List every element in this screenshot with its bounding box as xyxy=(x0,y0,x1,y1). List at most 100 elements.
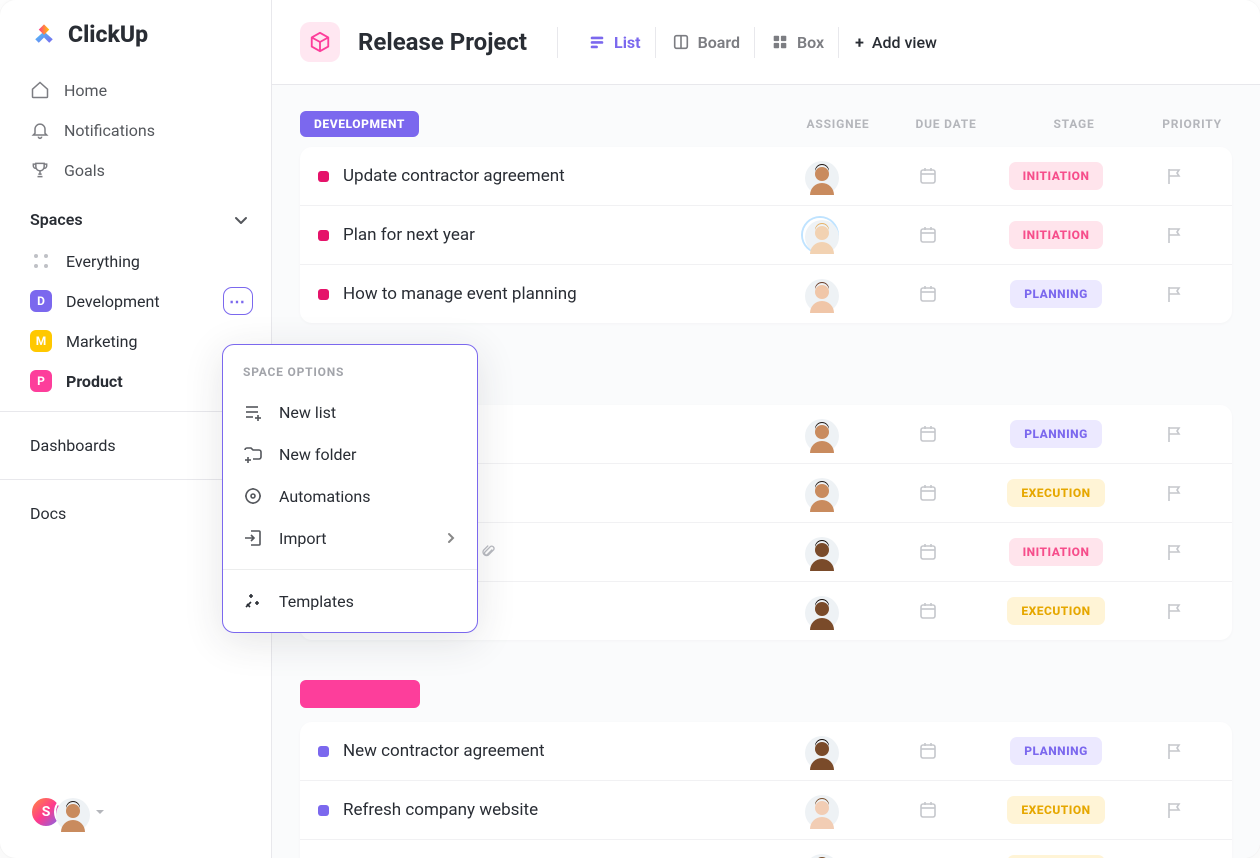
box-view-icon xyxy=(771,33,789,51)
col-assignee: ASSIGNEE xyxy=(788,117,888,131)
brand-name: ClickUp xyxy=(68,21,148,48)
view-tab-box[interactable]: Box xyxy=(757,27,839,58)
task-name: New contractor agreement xyxy=(343,741,545,761)
view-tab-list[interactable]: List xyxy=(574,27,656,58)
flag-icon[interactable] xyxy=(1164,542,1184,562)
space-more-button[interactable]: ⋯ xyxy=(223,287,253,315)
templates-item[interactable]: Templates xyxy=(223,580,477,622)
flag-icon[interactable] xyxy=(1164,741,1184,761)
project-icon xyxy=(300,22,340,62)
status-pill[interactable] xyxy=(300,680,420,708)
popover-automations[interactable]: Automations xyxy=(223,475,477,517)
assignee-avatar[interactable] xyxy=(803,417,837,451)
task-row[interactable]: How to manage event planning PLANNING xyxy=(300,265,1232,323)
assignee-avatar[interactable] xyxy=(803,852,837,858)
task-row[interactable]: Refresh company website EXECUTION xyxy=(300,781,1232,840)
calendar-icon[interactable] xyxy=(918,166,938,186)
view-tabs: List Board Box+Add view xyxy=(557,27,951,58)
nav-home[interactable]: Home xyxy=(0,70,271,110)
calendar-icon[interactable] xyxy=(918,284,938,304)
flag-icon[interactable] xyxy=(1164,284,1184,304)
clickup-logo-icon xyxy=(30,20,58,48)
stage-badge[interactable]: INITIATION xyxy=(1009,162,1104,190)
view-tab-label: List xyxy=(614,33,641,52)
assignee-avatar[interactable] xyxy=(803,218,837,252)
user-cluster[interactable]: S xyxy=(0,796,271,846)
calendar-icon[interactable] xyxy=(918,800,938,820)
attachment-icon xyxy=(481,544,497,560)
assignee-avatar[interactable] xyxy=(803,159,837,193)
task-list: New contractor agreement PLANNING Refres… xyxy=(300,722,1232,858)
calendar-icon[interactable] xyxy=(918,483,938,503)
stage-badge[interactable]: EXECUTION xyxy=(1007,796,1104,824)
stage-badge[interactable]: PLANNING xyxy=(1010,737,1102,765)
folder-add-icon xyxy=(243,444,263,464)
stage-badge[interactable]: INITIATION xyxy=(1009,221,1104,249)
calendar-icon[interactable] xyxy=(918,424,938,444)
space-label: Marketing xyxy=(66,332,137,351)
popover-import[interactable]: Import xyxy=(223,517,477,559)
popover-item-label: New list xyxy=(279,403,336,422)
board-view-icon xyxy=(672,33,690,51)
group-header: DEVELOPMENTASSIGNEE DUE DATE STAGE PRIOR… xyxy=(300,111,1232,147)
stage-badge[interactable]: PLANNING xyxy=(1010,420,1102,448)
stage-badge[interactable]: INITIATION xyxy=(1009,538,1104,566)
task-status-dot xyxy=(318,171,329,182)
space-options-popover: SPACE OPTIONS New list New folder Automati… xyxy=(222,344,478,633)
project-title: Release Project xyxy=(358,28,527,56)
task-status-dot xyxy=(318,230,329,241)
assignee-avatar[interactable] xyxy=(803,793,837,827)
space-badge: P xyxy=(30,370,52,392)
flag-icon[interactable] xyxy=(1164,424,1184,444)
task-row[interactable]: Update contractor agreement INITIATION xyxy=(300,147,1232,206)
nav-goals[interactable]: Goals xyxy=(0,150,271,190)
stage-badge[interactable]: EXECUTION xyxy=(1007,597,1104,625)
add-view-button[interactable]: +Add view xyxy=(841,27,951,58)
assignee-avatar[interactable] xyxy=(803,594,837,628)
assignee-avatar[interactable] xyxy=(803,734,837,768)
calendar-icon[interactable] xyxy=(918,225,938,245)
spaces-header[interactable]: Spaces xyxy=(0,190,271,241)
stage-badge[interactable]: EXECUTION xyxy=(1007,479,1104,507)
calendar-icon[interactable] xyxy=(918,741,938,761)
status-pill[interactable]: DEVELOPMENT xyxy=(300,111,419,137)
brand-logo[interactable]: ClickUp xyxy=(0,6,271,70)
popover-item-label: Import xyxy=(279,529,327,548)
caret-down-icon[interactable] xyxy=(94,806,106,818)
col-stage: STAGE xyxy=(1004,117,1144,131)
popover-new-list[interactable]: New list xyxy=(223,391,477,433)
import-icon xyxy=(243,528,263,548)
popover-item-label: New folder xyxy=(279,445,356,464)
flag-icon[interactable] xyxy=(1164,225,1184,245)
bell-icon xyxy=(30,120,50,140)
list-view-icon xyxy=(588,33,606,51)
view-tab-label: Board xyxy=(698,33,740,52)
calendar-icon[interactable] xyxy=(918,601,938,621)
popover-title: SPACE OPTIONS xyxy=(223,361,477,391)
popover-new-folder[interactable]: New folder xyxy=(223,433,477,475)
stage-badge[interactable]: PLANNING xyxy=(1010,280,1102,308)
space-development[interactable]: DDevelopment⋯ xyxy=(0,281,271,321)
nav-label: Home xyxy=(64,81,107,100)
group-development: DEVELOPMENTASSIGNEE DUE DATE STAGE PRIOR… xyxy=(300,111,1232,323)
avatar-stack: S xyxy=(30,796,86,828)
calendar-icon[interactable] xyxy=(918,542,938,562)
everything-row[interactable]: Everything xyxy=(0,241,271,281)
assignee-avatar[interactable] xyxy=(803,476,837,510)
flag-icon[interactable] xyxy=(1164,601,1184,621)
task-list: Update contractor agreement INITIATION P… xyxy=(300,147,1232,323)
task-name: Update contractor agreement xyxy=(343,166,565,186)
task-row[interactable]: New contractor agreement PLANNING xyxy=(300,722,1232,781)
view-tab-board[interactable]: Board xyxy=(658,27,755,58)
space-badge: D xyxy=(30,290,52,312)
assignee-avatar[interactable] xyxy=(803,277,837,311)
assignee-avatar[interactable] xyxy=(803,535,837,569)
task-row[interactable]: Update key objectives 5 EXECUTION xyxy=(300,840,1232,858)
task-row[interactable]: Plan for next year INITIATION xyxy=(300,206,1232,265)
nav-notifications[interactable]: Notifications xyxy=(0,110,271,150)
chevron-right-icon xyxy=(445,532,457,544)
flag-icon[interactable] xyxy=(1164,483,1184,503)
col-priority: PRIORITY xyxy=(1152,117,1232,131)
flag-icon[interactable] xyxy=(1164,800,1184,820)
flag-icon[interactable] xyxy=(1164,166,1184,186)
